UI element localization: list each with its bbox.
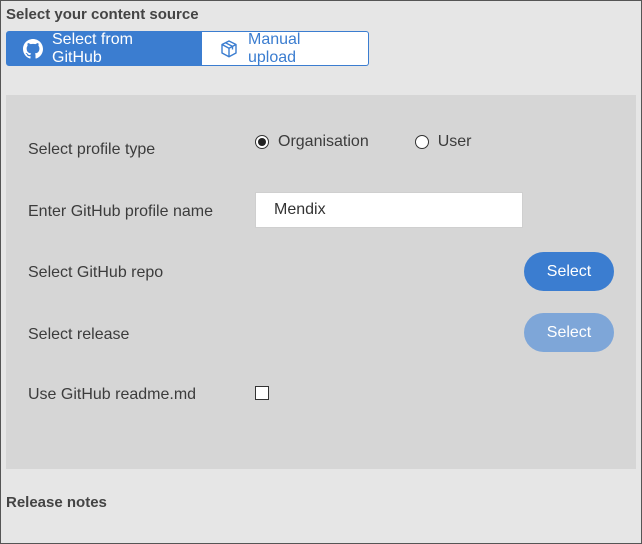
radio-dot bbox=[258, 138, 266, 146]
select-release-button[interactable]: Select bbox=[524, 313, 614, 352]
content-source-title: Select your content source bbox=[6, 6, 199, 23]
radio-user-label: User bbox=[437, 133, 472, 150]
tab-manual-upload[interactable]: Manual upload bbox=[202, 31, 369, 66]
github-profile-name-input[interactable] bbox=[255, 192, 523, 228]
radio-organisation[interactable]: Organisation bbox=[255, 133, 369, 151]
select-repo-button[interactable]: Select bbox=[524, 252, 614, 291]
tab-label: Manual upload bbox=[248, 30, 301, 66]
content-source-form: Select your content source Select from G… bbox=[0, 0, 642, 544]
radio-button-unselected[interactable] bbox=[414, 135, 429, 149]
content-source-tabs: Select from GitHub Manual upload bbox=[6, 31, 369, 66]
use-readme-checkbox[interactable] bbox=[255, 386, 269, 400]
profile-type-radio-group: Organisation User bbox=[255, 133, 472, 151]
profile-name-label: Enter GitHub profile name bbox=[28, 203, 213, 220]
tab-label: Select from GitHub bbox=[52, 30, 133, 66]
profile-type-label: Select profile type bbox=[28, 141, 156, 158]
github-settings-panel: Select profile type Organisation User En… bbox=[6, 95, 636, 469]
radio-button-selected[interactable] bbox=[255, 135, 269, 149]
tab-select-from-github[interactable]: Select from GitHub bbox=[6, 31, 202, 66]
package-box-icon bbox=[219, 39, 239, 59]
repo-label: Select GitHub repo bbox=[28, 264, 164, 281]
release-label: Select release bbox=[28, 326, 130, 343]
release-notes-title: Release notes bbox=[6, 494, 107, 511]
radio-user[interactable]: User bbox=[414, 133, 472, 151]
radio-organisation-label: Organisation bbox=[278, 133, 369, 150]
github-icon bbox=[23, 38, 43, 59]
readme-label: Use GitHub readme.md bbox=[28, 386, 197, 403]
